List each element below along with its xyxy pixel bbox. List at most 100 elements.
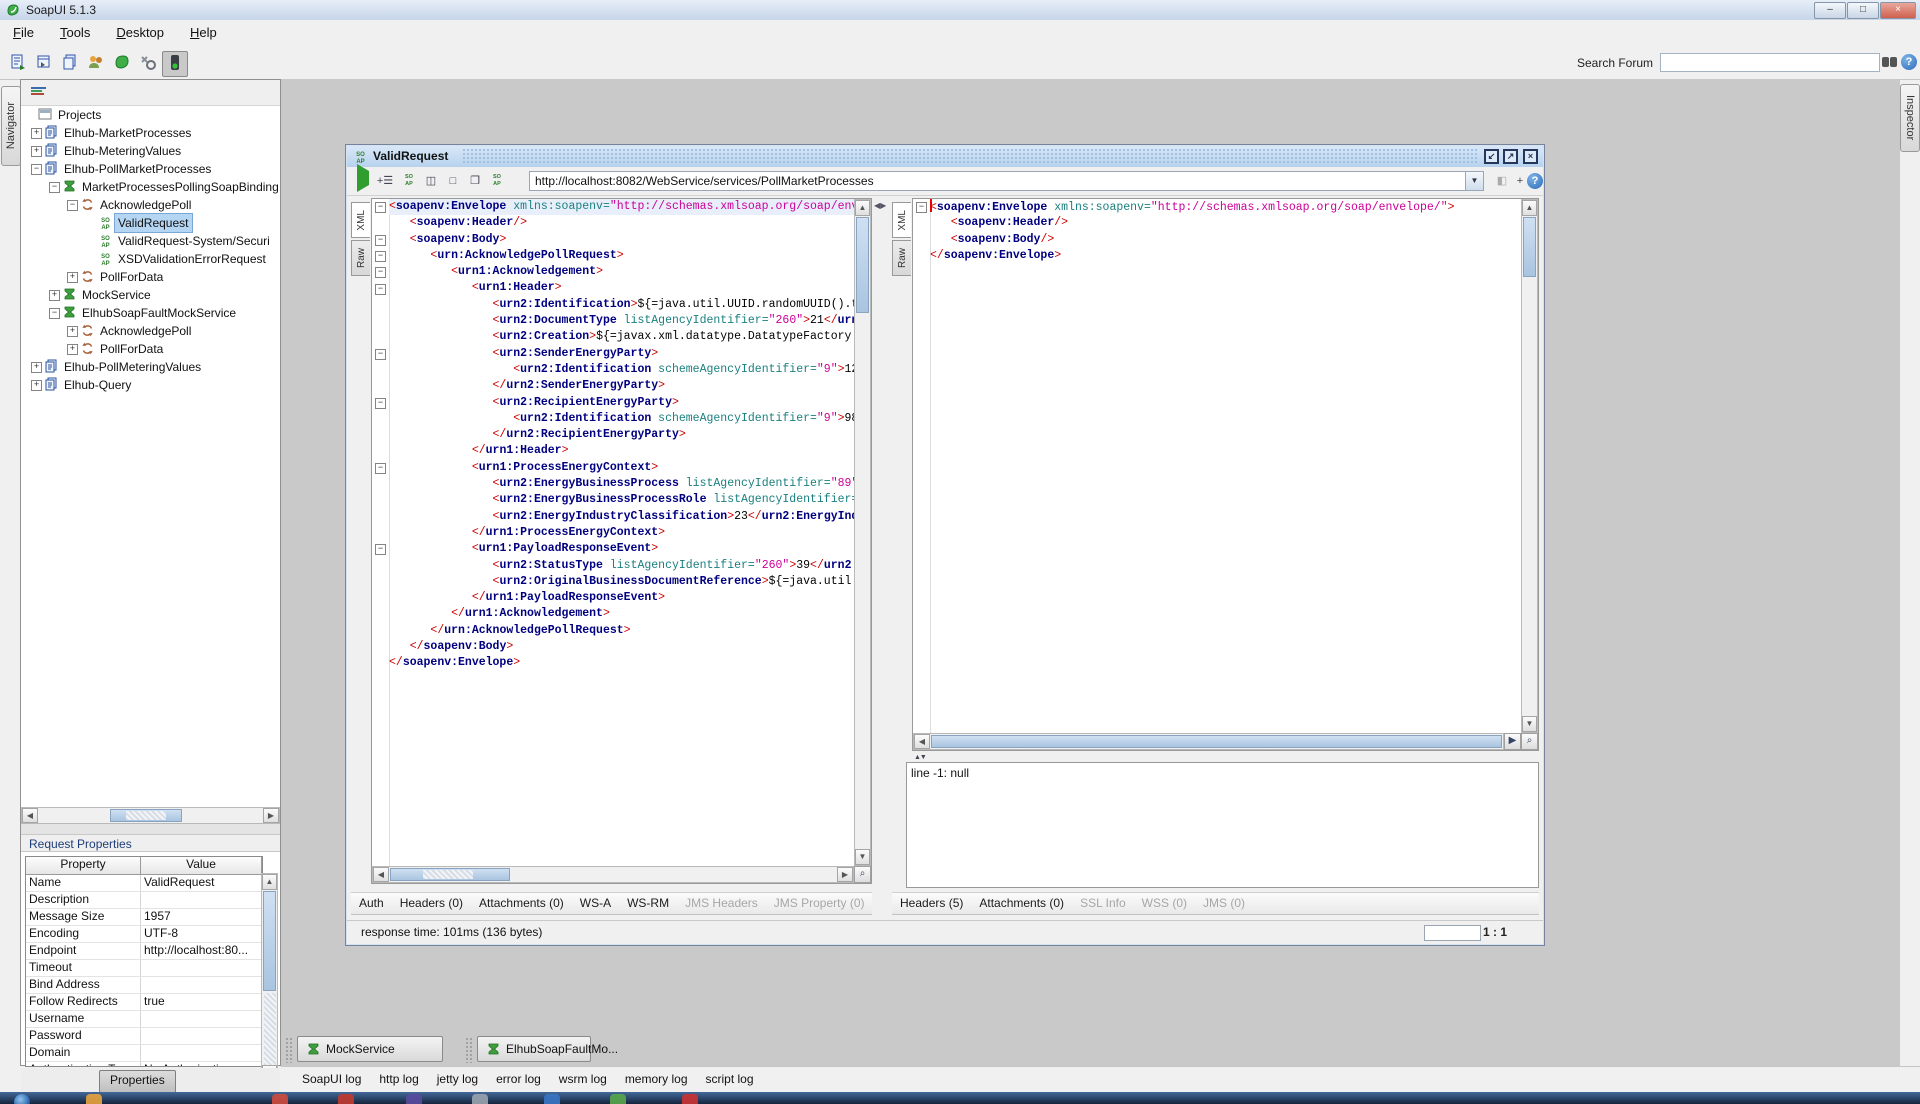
menu-help[interactable]: Help <box>177 20 230 45</box>
import-project-icon[interactable] <box>6 51 30 75</box>
expand-icon[interactable]: + <box>31 362 42 373</box>
log-tab-http-log[interactable]: http log <box>370 1067 427 1091</box>
tree-item-label[interactable]: Elhub-PollMarketProcesses <box>61 160 214 178</box>
tab-ws-rm[interactable]: WS-RM <box>619 893 677 913</box>
collapse-icon[interactable]: − <box>49 308 60 319</box>
tree-item-mockservice[interactable]: + MockService <box>21 286 280 304</box>
fold-collapse-icon[interactable]: − <box>375 544 386 555</box>
tree-item-label[interactable]: MockService <box>79 286 154 304</box>
xml-line[interactable]: </soapenv:Envelope> <box>930 248 1521 264</box>
property-value[interactable] <box>141 1028 262 1044</box>
property-value[interactable]: ValidRequest <box>141 875 262 891</box>
request-help-icon[interactable]: ? <box>1527 173 1543 189</box>
fold-collapse-icon[interactable]: − <box>375 202 386 213</box>
magnifier-icon[interactable]: ⌕ <box>854 866 871 883</box>
xml-line[interactable]: </urn1:Acknowledgement> <box>389 606 854 622</box>
collapse-icon[interactable]: − <box>49 182 60 193</box>
fold-collapse-icon[interactable]: − <box>916 202 927 213</box>
navigator-tab[interactable]: Navigator <box>1 86 21 166</box>
request-xml-editor[interactable]: <soapenv:Envelope xmlns:soapenv="http://… <box>389 199 854 866</box>
fold-collapse-icon[interactable]: − <box>375 235 386 246</box>
tree-item-label[interactable]: MarketProcessesPollingSoapBinding <box>79 178 280 196</box>
tree-item-label[interactable]: ValidRequest <box>115 214 192 232</box>
xml-line[interactable]: </urn2:SenderEnergyParty> <box>389 378 854 394</box>
xml-line[interactable]: <urn2:EnergyIndustryClassification>23</u… <box>389 509 854 525</box>
properties-button[interactable]: Properties <box>99 1070 176 1093</box>
xml-line[interactable]: </urn1:PayloadResponseEvent> <box>389 590 854 606</box>
close-button[interactable]: × <box>1880 2 1916 19</box>
request-xml-tab[interactable]: XML <box>351 202 370 238</box>
proxy-toggle-icon[interactable] <box>162 51 188 77</box>
scroll-right-icon[interactable]: ▶ <box>1504 733 1521 750</box>
tree-item-elhub-pollmarketprocesses[interactable]: −Elhub-PollMarketProcesses <box>21 160 280 178</box>
maximize-window-icon[interactable]: ↗ <box>1503 149 1518 164</box>
log-tab-memory-log[interactable]: memory log <box>616 1067 697 1091</box>
tree-item-label[interactable]: AcknowledgePoll <box>97 196 194 214</box>
taskbar-app-icon[interactable] <box>272 1094 288 1104</box>
menu-desktop[interactable]: Desktop <box>103 20 177 45</box>
validation-error-line[interactable]: line -1: null <box>907 763 1538 783</box>
menu-tools[interactable]: Tools <box>47 20 103 45</box>
xml-line[interactable]: <soapenv:Body/> <box>930 232 1521 248</box>
response-vscrollbar[interactable]: ▲▼ <box>1521 199 1538 733</box>
tree-item-label[interactable]: Elhub-MeteringValues <box>61 142 184 160</box>
fold-collapse-icon[interactable]: − <box>375 251 386 262</box>
xml-line[interactable]: <urn2:EnergyBusinessProcess listAgencyId… <box>389 476 854 492</box>
xml-line[interactable]: <urn2:Creation>${=javax.xml.datatype.Dat… <box>389 329 854 345</box>
fold-gutter[interactable]: − <box>913 199 931 750</box>
tree-item-acknowledgepoll[interactable]: −AcknowledgePoll <box>21 196 280 214</box>
log-tab-jetty-log[interactable]: jetty log <box>428 1067 487 1091</box>
tab-headers-5-[interactable]: Headers (5) <box>892 893 971 913</box>
create-mockservice-icon[interactable]: ◫ <box>421 171 441 191</box>
taskbar-app-icon[interactable] <box>610 1094 626 1104</box>
expand-icon[interactable]: + <box>67 326 78 337</box>
taskbar-app-icon[interactable] <box>472 1094 488 1104</box>
expand-icon[interactable]: + <box>49 290 60 301</box>
fold-collapse-icon[interactable]: − <box>375 349 386 360</box>
expand-icon[interactable]: + <box>31 380 42 391</box>
expand-icon[interactable]: + <box>67 344 78 355</box>
add-to-testcase-icon[interactable]: +☰ <box>375 171 395 191</box>
taskbar-app-icon[interactable] <box>406 1094 422 1104</box>
save-all-projects-icon[interactable] <box>58 51 82 75</box>
tree-item-elhub-query[interactable]: +Elhub-Query <box>21 376 280 394</box>
scroll-right-icon[interactable]: ▶ <box>263 808 279 823</box>
fold-gutter[interactable]: −−−−−−−−− <box>372 199 390 883</box>
minimize-button[interactable]: – <box>1814 2 1846 19</box>
inspector-tab[interactable]: Inspector <box>1900 84 1920 152</box>
expand-icon[interactable]: + <box>31 146 42 157</box>
search-forum-input[interactable] <box>1660 53 1880 72</box>
property-value[interactable]: 1957 <box>141 909 262 925</box>
xml-line[interactable]: <urn2:EnergyBusinessProcessRole listAgen… <box>389 492 854 508</box>
minimized-window-mockservice[interactable]: MockService <box>297 1036 443 1062</box>
property-value[interactable]: true <box>141 994 262 1010</box>
taskbar-app-icon[interactable] <box>338 1094 354 1104</box>
tree-item-label[interactable]: PollForData <box>97 268 166 286</box>
property-value[interactable] <box>141 977 262 993</box>
soapui-home-icon[interactable] <box>110 51 134 75</box>
xml-line[interactable]: <urn2:Identification schemeAgencyIdentif… <box>389 411 854 427</box>
windows-taskbar[interactable] <box>0 1092 1920 1104</box>
tree-item-elhubsoapfaultmockservice[interactable]: −ElhubSoapFaultMockService <box>21 304 280 322</box>
tabbed-layout-icon[interactable]: ◧ <box>1492 171 1512 191</box>
tree-item-pollfordata[interactable]: +PollForData <box>21 268 280 286</box>
xml-line[interactable]: <urn2:SenderEnergyParty> <box>389 346 854 362</box>
property-value[interactable]: No Authorization <box>141 1062 262 1067</box>
recreate-request-icon[interactable]: SOAP <box>487 171 507 191</box>
response-xml-tab[interactable]: XML <box>892 202 911 238</box>
taskbar-app-icon[interactable] <box>544 1094 560 1104</box>
request-vscrollbar[interactable]: ▲▼ <box>854 199 871 866</box>
minimized-window-elhubsoapfaultmo-[interactable]: ElhubSoapFaultMo... <box>477 1036 591 1062</box>
tree-item-label[interactable]: Projects <box>55 106 104 124</box>
xml-line[interactable]: <urn2:StatusType listAgencyIdentifier="2… <box>389 558 854 574</box>
xml-line[interactable]: </urn:AcknowledgePollRequest> <box>389 623 854 639</box>
log-tab-wsrm-log[interactable]: wsrm log <box>550 1067 616 1091</box>
xml-line[interactable]: <urn1:Header> <box>389 280 854 296</box>
tree-item-label[interactable]: Elhub-PollMeteringValues <box>61 358 204 376</box>
scroll-up-icon[interactable]: ▲ <box>262 874 277 890</box>
xml-line[interactable]: <urn1:Acknowledgement> <box>389 264 854 280</box>
create-empty-icon[interactable]: □ <box>443 171 463 191</box>
search-icon[interactable] <box>1881 55 1898 69</box>
taskbar-app-icon[interactable] <box>86 1094 102 1104</box>
log-tab-script-log[interactable]: script log <box>697 1067 763 1091</box>
